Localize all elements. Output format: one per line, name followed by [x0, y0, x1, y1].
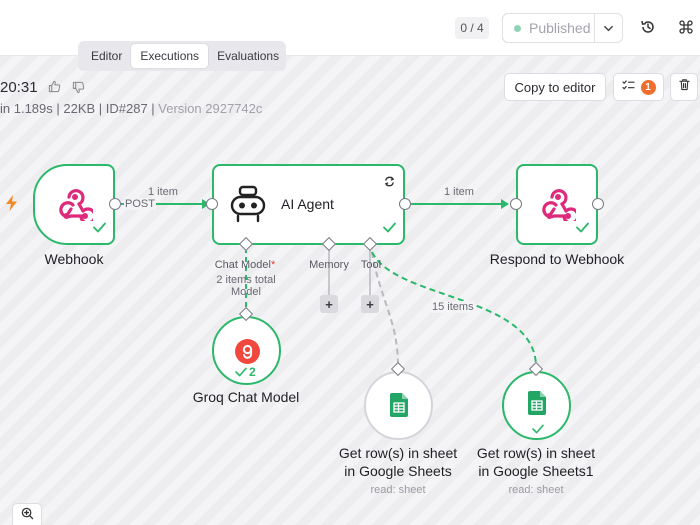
google-sheets-icon — [390, 393, 408, 422]
published-status-dot — [514, 24, 521, 32]
issues-button[interactable]: 1 — [613, 73, 664, 101]
webhook-method-label: POST — [124, 198, 156, 210]
execution-meta: in 1.189s | 22KB | ID#287 | Version 2927… — [0, 101, 262, 116]
respond-output-port[interactable] — [592, 198, 604, 210]
tab-editor[interactable]: Editor — [82, 44, 131, 68]
google-sheets-icon — [528, 391, 546, 420]
groq-chat-model-node[interactable]: 2 — [212, 316, 281, 385]
sheets2-subtitle: read: sheet — [508, 484, 564, 496]
robot-icon — [230, 185, 266, 228]
webhook-node-label: Webhook — [44, 251, 104, 267]
publish-label: Published — [529, 20, 591, 36]
copy-to-editor-button[interactable]: Copy to editor — [504, 73, 606, 101]
chat-model-port-label: Chat Model* — [214, 259, 276, 271]
model-items-total-label: 2 items total — [216, 274, 276, 286]
agent-input-port[interactable] — [206, 198, 218, 210]
execution-stats: in 1.189s | 22KB | ID#287 | — [0, 101, 159, 116]
sheets1-subtitle: read: sheet — [370, 484, 426, 496]
add-memory-button[interactable]: + — [320, 295, 338, 313]
respond-input-port[interactable] — [510, 198, 522, 210]
tab-executions[interactable]: Executions — [131, 44, 209, 68]
webhook-icon — [57, 187, 97, 226]
tab-evaluations[interactable]: Evaluations — [208, 44, 288, 68]
model-items-unit-label: Model — [231, 286, 261, 298]
required-mark: * — [270, 259, 276, 271]
keyboard-shortcut-icon[interactable] — [678, 19, 694, 40]
webhook-agent-item-count: 1 item — [148, 186, 178, 198]
google-sheets-node-2[interactable] — [502, 371, 571, 440]
thumbs-up-icon[interactable] — [48, 80, 61, 98]
zoom-button[interactable] — [12, 503, 42, 525]
zoom-in-icon — [21, 507, 34, 525]
execution-counter: 0 / 4 — [455, 17, 489, 39]
thumbs-down-icon[interactable] — [72, 81, 85, 99]
add-tool-button[interactable]: + — [361, 295, 379, 313]
sheets1-label-line1: Get row(s) in sheet — [338, 445, 458, 461]
respond-to-webhook-node[interactable] — [516, 164, 598, 245]
success-check-icon — [93, 220, 106, 238]
ai-agent-node-label: AI Agent — [281, 196, 334, 212]
chevron-down-icon[interactable] — [595, 23, 622, 34]
trigger-bolt-icon — [5, 195, 18, 216]
view-tabs: Editor Executions Evaluations — [78, 41, 286, 71]
tool-items-count: 15 items — [431, 301, 475, 313]
google-sheets-node-1[interactable] — [364, 371, 433, 440]
sheets1-label-line2: in Google Sheets — [344, 463, 452, 479]
sheets2-label-line1: Get row(s) in sheet — [476, 445, 596, 461]
groq-node-label: Groq Chat Model — [192, 389, 300, 405]
success-check-icon — [383, 220, 396, 238]
checklist-icon — [621, 78, 635, 96]
groq-icon — [235, 339, 260, 364]
trash-icon — [678, 78, 691, 96]
version-label: Version 2927742c — [158, 101, 263, 116]
history-icon[interactable] — [640, 19, 656, 40]
webhook-output-port[interactable] — [109, 198, 121, 210]
agent-output-port[interactable] — [399, 198, 411, 210]
memory-port-label: Memory — [309, 259, 349, 271]
webhook-icon — [540, 187, 580, 226]
refresh-icon — [384, 174, 395, 192]
respond-node-label: Respond to Webhook — [489, 251, 625, 267]
groq-run-count: 2 — [249, 365, 256, 379]
groq-run-status: 2 — [235, 365, 256, 379]
sheets2-label-line2: in Google Sheets1 — [478, 463, 594, 479]
issues-count-badge: 1 — [640, 79, 656, 95]
agent-respond-item-count: 1 item — [444, 186, 474, 198]
delete-button[interactable] — [670, 73, 698, 101]
execution-time-title: 20:31 — [0, 79, 38, 96]
publish-dropdown[interactable]: Published — [502, 13, 623, 43]
tool-port-label: Tool — [360, 259, 382, 271]
webhook-node[interactable] — [33, 164, 115, 245]
success-check-icon — [532, 421, 544, 439]
success-check-icon — [576, 220, 589, 238]
